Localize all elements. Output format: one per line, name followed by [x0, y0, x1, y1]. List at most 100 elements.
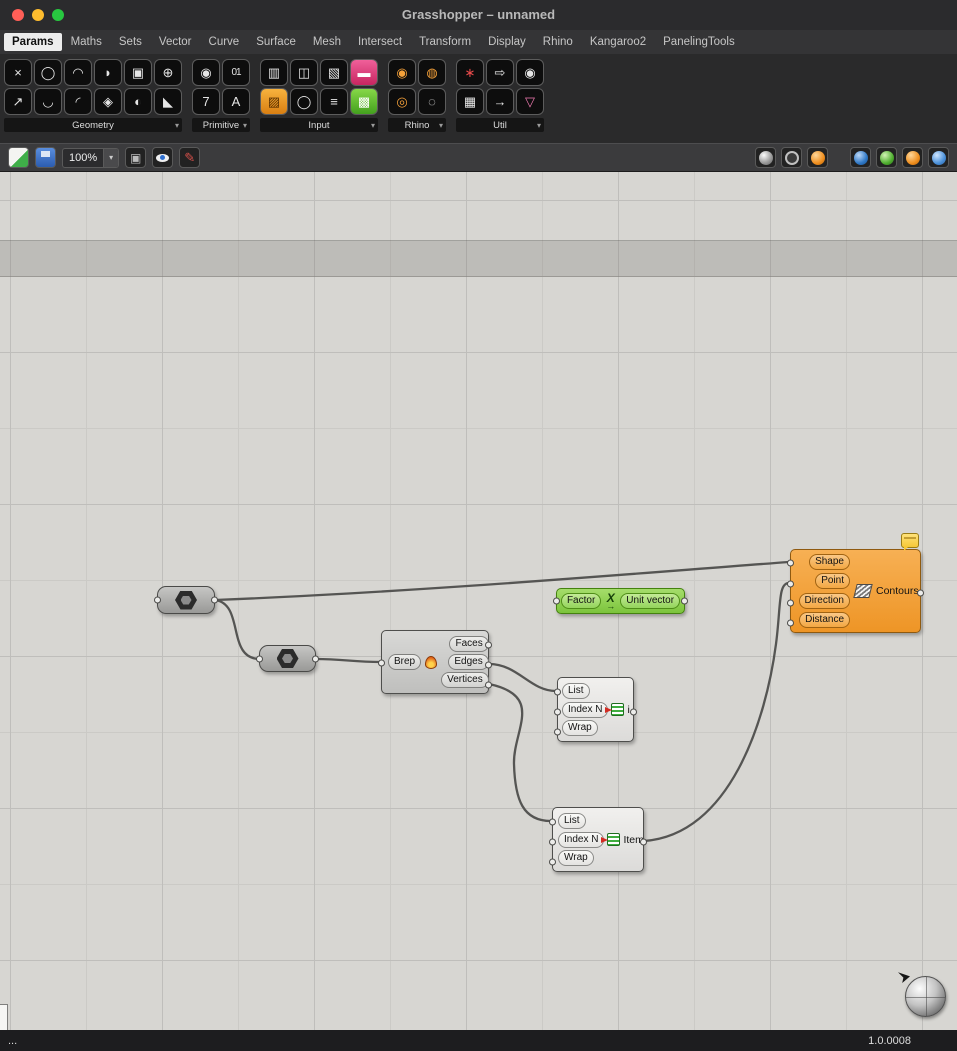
colour-swatch-icon[interactable]: ▩ [350, 88, 378, 115]
input-grip-wrap[interactable] [554, 728, 561, 736]
null-param-icon[interactable]: × [4, 59, 32, 86]
plugin-green-button[interactable] [876, 147, 897, 168]
mesh-param-icon[interactable]: ◣ [154, 88, 182, 115]
point-input-label[interactable]: Point [815, 573, 850, 590]
arc-param-icon[interactable]: ◠ [64, 59, 92, 86]
output-grip-edges[interactable] [485, 661, 492, 669]
zoom-extents-button[interactable]: ▣ [125, 147, 147, 168]
distance-input-label[interactable]: Distance [799, 611, 850, 628]
plugin-blue-button[interactable] [850, 147, 871, 168]
list-input-label[interactable]: List [562, 683, 590, 699]
binary-param-icon[interactable]: 01 [222, 59, 250, 86]
plugin-orange-button[interactable] [902, 147, 923, 168]
input-grip-index[interactable] [554, 708, 561, 716]
geometry-param-b[interactable] [256, 645, 319, 672]
contours-output-label[interactable]: Contours [876, 585, 919, 597]
ribbon-group-label-input[interactable]: Input ▾ [260, 118, 378, 132]
preview-toggle-button[interactable] [152, 147, 174, 168]
index-input-label[interactable]: Index N [562, 701, 609, 718]
tab-vector[interactable]: Vector [151, 33, 200, 51]
tab-curve[interactable]: Curve [201, 33, 248, 51]
output-grip-item[interactable] [640, 838, 647, 846]
faces-output-label[interactable]: Faces [449, 636, 489, 652]
integer-param-icon[interactable]: 7 [192, 88, 220, 115]
input-grip-list[interactable] [554, 688, 561, 696]
contour-component[interactable]: Shape Point Direction Distance Contours [787, 549, 924, 633]
cluster-icon[interactable]: ◉ [516, 59, 544, 86]
ribbon-group-label-geometry[interactable]: Geometry ▾ [4, 118, 182, 132]
canvas-compass-widget[interactable] [898, 972, 946, 1017]
unit-vector-component[interactable]: Factor X → Unit vector [553, 588, 688, 614]
value-list-icon[interactable]: ≡ [320, 88, 348, 115]
canvas[interactable]: Factor X → Unit vector Brep Faces Edges V… [0, 172, 957, 1030]
input-grip[interactable] [553, 597, 560, 605]
wrap-input-label[interactable]: Wrap [562, 720, 598, 736]
output-grip-contours[interactable] [917, 589, 924, 597]
gradient-icon[interactable]: ▨ [260, 88, 288, 115]
surface-param-icon[interactable]: ◈ [94, 88, 122, 115]
output-grip-faces[interactable] [485, 641, 492, 649]
tab-maths[interactable]: Maths [63, 33, 110, 51]
vector-param-icon[interactable]: ↗ [4, 88, 32, 115]
sphere-param-icon[interactable]: ⊕ [154, 59, 182, 86]
input-grip-shape[interactable] [787, 559, 794, 567]
import-arrow-icon[interactable]: ⇨ [486, 59, 514, 86]
plugin-lightblue-button[interactable] [928, 147, 949, 168]
brep-input-label[interactable]: Brep [388, 654, 422, 670]
output-grip-item[interactable] [630, 708, 637, 716]
ribbon-group-label-rhino[interactable]: Rhino ▾ [388, 118, 446, 132]
shape-input-label[interactable]: Shape [809, 554, 850, 570]
tab-rhino[interactable]: Rhino [535, 33, 581, 51]
curve-param-icon[interactable]: ◗ [94, 59, 122, 86]
display-wire-button[interactable] [781, 147, 802, 168]
gene-pool-icon[interactable]: ▥ [260, 59, 288, 86]
wire-list2-item-to-contour-point[interactable] [642, 581, 791, 843]
wire-param-a-to-contour-shape[interactable] [213, 560, 791, 602]
input-grip-wrap[interactable] [549, 858, 556, 866]
output-grip-vertices[interactable] [485, 681, 492, 689]
tab-transform[interactable]: Transform [411, 33, 479, 51]
zoom-dropdown[interactable]: 100% ▾ [62, 147, 120, 168]
arc3pt-param-icon[interactable]: ◜ [64, 88, 92, 115]
output-grip[interactable] [681, 597, 688, 605]
output-grip[interactable] [211, 596, 218, 604]
unit-vector-output-label[interactable]: Unit vector [620, 593, 681, 609]
box-param-icon[interactable]: ▣ [124, 59, 152, 86]
donut-icon[interactable]: ◎ [388, 88, 416, 115]
list-item-component-1[interactable]: List Index N Wrap i [554, 677, 637, 742]
tab-surface[interactable]: Surface [248, 33, 304, 51]
wire-param-a-to-param-b[interactable] [213, 598, 262, 661]
boolean-toggle-icon[interactable]: ◯ [290, 88, 318, 115]
text-param-icon[interactable]: A [222, 88, 250, 115]
save-document-button[interactable] [35, 147, 56, 168]
panel-icon[interactable]: ▬ [350, 59, 378, 86]
export-arrow-icon[interactable]: → [486, 88, 514, 115]
tab-panelingtools[interactable]: PanelingTools [655, 33, 743, 51]
input-grip-point[interactable] [787, 580, 794, 588]
output-grip[interactable] [312, 655, 319, 662]
list-input-label[interactable]: List [558, 813, 586, 829]
direction-input-label[interactable]: Direction [798, 592, 850, 609]
input-grip-index[interactable] [549, 838, 556, 846]
tab-intersect[interactable]: Intersect [350, 33, 410, 51]
wire-param-b-to-brep[interactable] [314, 657, 382, 664]
wrap-input-label[interactable]: Wrap [558, 850, 594, 866]
geometry-param-a[interactable] [154, 586, 218, 614]
index-input-label[interactable]: Index N [558, 831, 605, 848]
input-grip[interactable] [154, 596, 161, 604]
interp-curve-param-icon[interactable]: ◡ [34, 88, 62, 115]
collapsed-panel[interactable] [0, 1004, 8, 1030]
cookie-icon[interactable]: ◌ [418, 88, 446, 115]
ribbon-group-label-primitive[interactable]: Primitive ▾ [192, 118, 250, 132]
tab-display[interactable]: Display [480, 33, 534, 51]
tab-sets[interactable]: Sets [111, 33, 150, 51]
tab-mesh[interactable]: Mesh [305, 33, 349, 51]
boolean-param-icon[interactable]: ◉ [192, 59, 220, 86]
unit-vector-input-label[interactable]: Factor [560, 593, 602, 609]
number-slider-icon[interactable]: ▧ [320, 59, 348, 86]
geometry-param-icon[interactable]: ◐ [124, 88, 152, 115]
tab-kangaroo2[interactable]: Kangaroo2 [582, 33, 654, 51]
list-item-component-2[interactable]: List Index N Wrap Item [549, 807, 647, 872]
circle-param-icon[interactable]: ◯ [34, 59, 62, 86]
warning-balloon-icon[interactable] [901, 533, 919, 551]
